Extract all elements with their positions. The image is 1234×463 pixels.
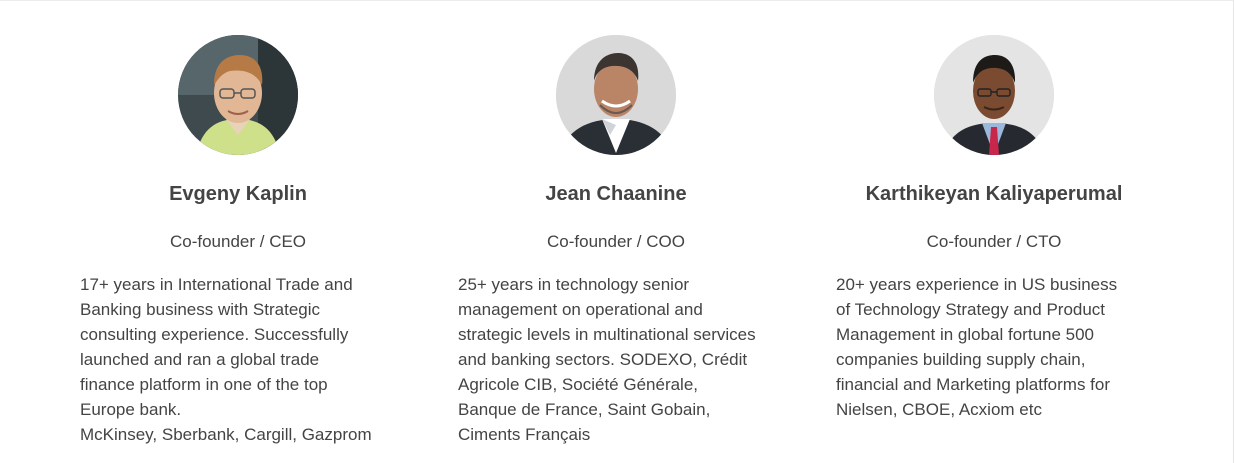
- member-bio: 20+ years experience in US business of T…: [836, 272, 1162, 422]
- member-name: Evgeny Kaplin: [169, 183, 307, 205]
- bio-line: Nielsen, CBOE, Acxiom etc: [836, 400, 1042, 419]
- member-role: Co-founder / CEO: [169, 232, 307, 251]
- bio-line: launched and ran a global trade: [80, 350, 320, 369]
- member-name: Jean Chaanine: [545, 183, 687, 205]
- bio-line: financial and Marketing platforms for: [836, 375, 1111, 394]
- bio-line: and banking sectors. SODEXO, Crédit: [458, 350, 748, 369]
- member-name: Karthikeyan Kaliyaperumal: [865, 183, 1123, 205]
- bio-line: Ciments Français: [458, 425, 591, 444]
- bio-line: McKinsey, Sberbank, Cargill, Gazprom: [80, 425, 372, 444]
- bio-line: Europe bank.: [80, 400, 182, 419]
- bio-line: Banque de France, Saint Gobain,: [458, 400, 711, 419]
- bio-line: 17+ years in International Trade and: [80, 275, 353, 294]
- bio-line: management on operational and: [458, 300, 703, 319]
- bio-line: Management in global fortune 500: [836, 325, 1095, 344]
- member-role: Co-founder / CTO: [926, 232, 1062, 251]
- bio-line: consulting experience. Successfully: [80, 325, 349, 344]
- bio-line: finance platform in one of the top: [80, 375, 328, 394]
- avatar: [556, 35, 676, 155]
- person-photo-icon: [556, 35, 676, 155]
- bio-line: of Technology Strategy and Product: [836, 300, 1106, 319]
- person-photo-icon: [934, 35, 1054, 155]
- team-section: Evgeny Kaplin Co-founder / CEO 17+ years…: [0, 0, 1234, 463]
- person-photo-icon: [178, 35, 298, 155]
- member-role: Co-founder / COO: [547, 232, 685, 251]
- bio-line: Banking business with Strategic: [80, 300, 321, 319]
- member-bio: 17+ years in International Trade and Ban…: [80, 272, 406, 447]
- bio-line: 25+ years in technology senior: [458, 275, 690, 294]
- avatar: [178, 35, 298, 155]
- member-bio: 25+ years in technology senior managemen…: [458, 272, 784, 447]
- bio-line: strategic levels in multinational servic…: [458, 325, 756, 344]
- bio-line: Agricole CIB, Société Générale,: [458, 375, 699, 394]
- avatar: [934, 35, 1054, 155]
- bio-line: 20+ years experience in US business: [836, 275, 1118, 294]
- bio-line: companies building supply chain,: [836, 350, 1086, 369]
